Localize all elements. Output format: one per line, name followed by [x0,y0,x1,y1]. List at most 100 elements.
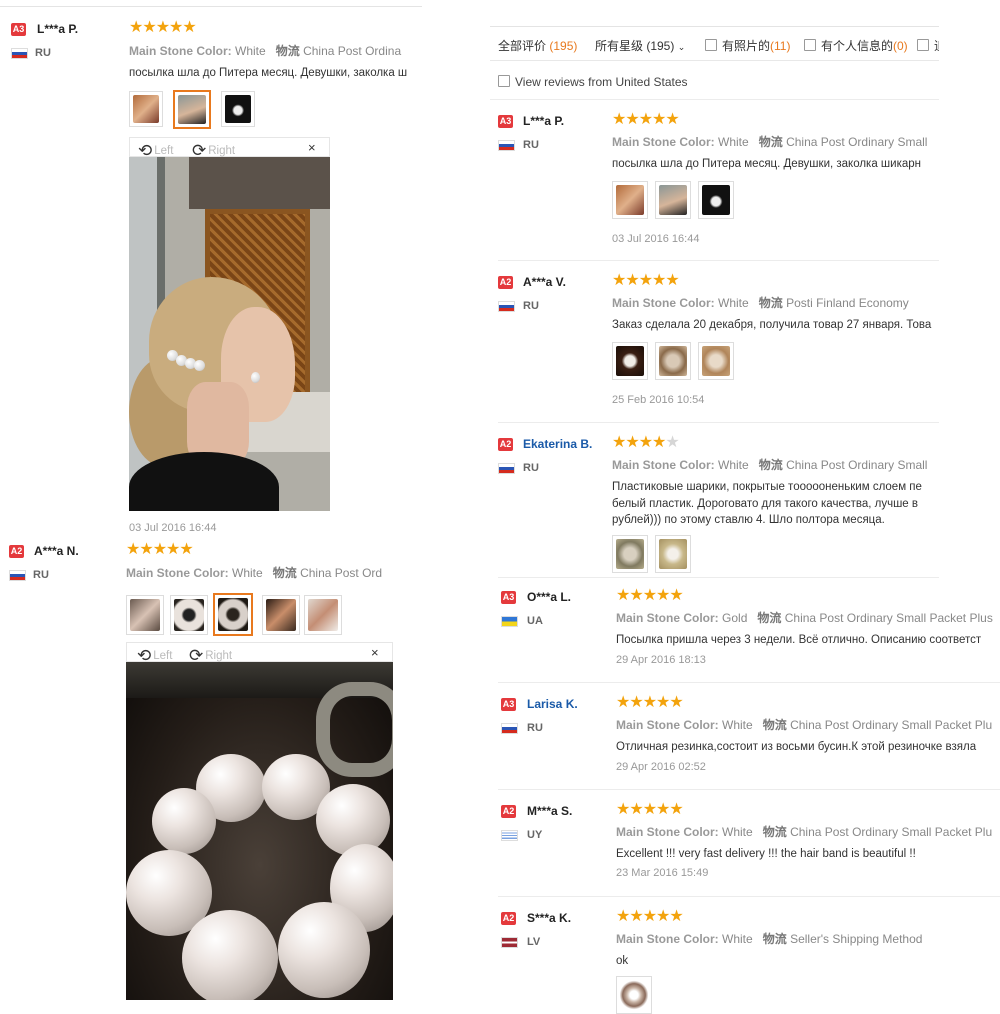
attr-value: Gold [722,611,748,625]
reviewer-name[interactable]: Larisa K. [527,697,578,711]
attr-label: Main Stone Color: [616,611,719,625]
review-divider [498,682,1000,683]
filter-personal-label: 有个人信息的 [821,39,894,53]
review-divider [498,577,939,578]
rating-stars: ★★★★★ [612,434,680,451]
rotate-left-button[interactable]: ⟲ Left [138,139,174,160]
shipping-label: 物流 [758,296,783,310]
checkbox[interactable] [804,39,816,51]
review-photo-thumb[interactable] [304,595,342,635]
russia-flag-icon [9,570,26,581]
review-date: 29 Apr 2016 18:13 [616,654,706,666]
shipping-value: China Post Ordinary Small Packet Plu [790,718,993,732]
checkbox[interactable] [498,75,510,87]
star-filled-icon: ★ [638,434,653,451]
filter-all-label: 全部评价 [498,39,547,53]
attr-label: Main Stone Color: [616,718,719,732]
rating-stars: ★★★★★ [126,541,194,558]
review-photo-thumb[interactable] [698,342,734,380]
star-filled-icon: ★ [126,541,140,558]
star-filled-icon: ★ [642,908,657,925]
country-flag-icon [498,463,515,474]
review-text: Отличная резинка,состоит из восьми бусин… [616,741,977,753]
star-filled-icon: ★ [638,272,653,289]
rotate-right-label: Right [205,650,233,662]
star-filled-icon: ★ [656,908,670,925]
reviewer-name: A***a V. [523,275,566,289]
rotate-left-label: Left [154,145,174,157]
review-photo-thumb-selected[interactable] [173,90,211,129]
star-empty-icon: ★ [665,434,679,451]
review-photo-thumb[interactable] [612,342,648,380]
filter-bar-divider [490,60,939,61]
star-filled-icon: ★ [642,801,657,818]
review-photo-thumb[interactable] [612,181,648,219]
review-attributes: Main Stone Color: White 物流 China Post Ord… [612,133,1000,150]
review-text: Заказ сделала 20 декабря, получила товар… [612,319,932,331]
close-icon[interactable]: × [308,140,316,155]
review-photo-thumb[interactable] [655,342,691,380]
checkbox[interactable] [705,39,717,51]
review-text: Посылка пришла через 3 недели. Всё отлич… [616,634,982,646]
star-filled-icon: ★ [652,272,666,289]
attr-value: White [718,458,749,472]
attr-label: Main Stone Color: [612,458,715,472]
review-photo-thumb[interactable] [126,595,164,635]
country-flag-icon [501,616,518,627]
country-code: RU [523,300,539,312]
shipping-label: 物流 [758,458,783,472]
review-attributes: Main Stone Color: White 物流 Seller's Shipp… [616,930,1000,947]
review-photo-thumb[interactable] [612,535,648,573]
review-photo-thumb[interactable] [655,535,691,573]
review-photo-thumb[interactable] [698,181,734,219]
review-date: 25 Feb 2016 10:54 [612,394,705,406]
attr-value: White [235,44,266,58]
rotate-right-button[interactable]: ⟳ Right [192,139,235,160]
country-code: RU [527,722,543,734]
review-photo-thumb[interactable] [129,91,163,127]
star-filled-icon: ★ [665,272,679,289]
filter-personal-info[interactable]: 有个人信息的(0) [804,37,908,54]
star-filled-icon: ★ [616,587,630,604]
star-filled-icon: ★ [665,111,679,128]
level-badge: A2 [498,276,513,289]
reviewer-name: M***a S. [527,804,573,818]
attr-value: White [718,135,749,149]
filter-bar-top-border [490,26,939,27]
filter-united-states[interactable]: View reviews from United States [498,75,688,89]
star-filled-icon: ★ [139,541,153,558]
filter-all-count: (195) [549,39,578,53]
level-badge: A3 [501,698,516,711]
review-text: белый пластик. Дороговато для такого кач… [612,497,918,510]
rating-stars: ★★★★★ [616,908,684,925]
shipping-value: Posti Finland Economy [786,296,909,310]
filter-more-label: 追 [934,39,939,53]
review-photo-thumb[interactable] [262,595,300,635]
star-filter-dropdown[interactable]: 所有星级 (195) ⌄ [595,37,685,54]
filter-more[interactable]: 追 [917,37,939,54]
reviewer-name[interactable]: Ekaterina B. [523,437,592,451]
close-icon[interactable]: × [371,645,379,660]
country-flag-icon [501,723,518,734]
star-filled-icon: ★ [616,801,630,818]
review-photo-thumb[interactable] [616,976,652,1014]
shipping-method: 物流 China Post Ordinary Small [759,458,928,472]
review-photo-thumb[interactable] [221,91,255,127]
review-photo-thumb[interactable] [170,595,208,635]
review-photo-thumb-selected[interactable] [213,593,253,636]
rotate-right-button[interactable]: ⟳ Right [189,644,233,665]
rotate-left-button[interactable]: ⟲ Left [137,644,172,665]
level-badge: A2 [501,805,516,818]
review-text: Пластиковые шарики, покрытые тоооооненьк… [612,481,922,493]
review-photo-thumb[interactable] [655,181,691,219]
country-code: UA [527,615,543,627]
review-text: ok [616,955,629,967]
left-top-divider [0,6,422,7]
star-filled-icon: ★ [152,541,167,558]
attr-value: White [722,718,753,732]
filter-with-photos[interactable]: 有照片的(11) [705,37,790,54]
checkbox[interactable] [917,39,929,51]
review-attributes: Main Stone Color: White 物流 China Post Ord… [616,823,1000,840]
filter-all-reviews[interactable]: 全部评价 (195) [498,37,577,54]
filter-photos-count: (11) [770,39,791,53]
